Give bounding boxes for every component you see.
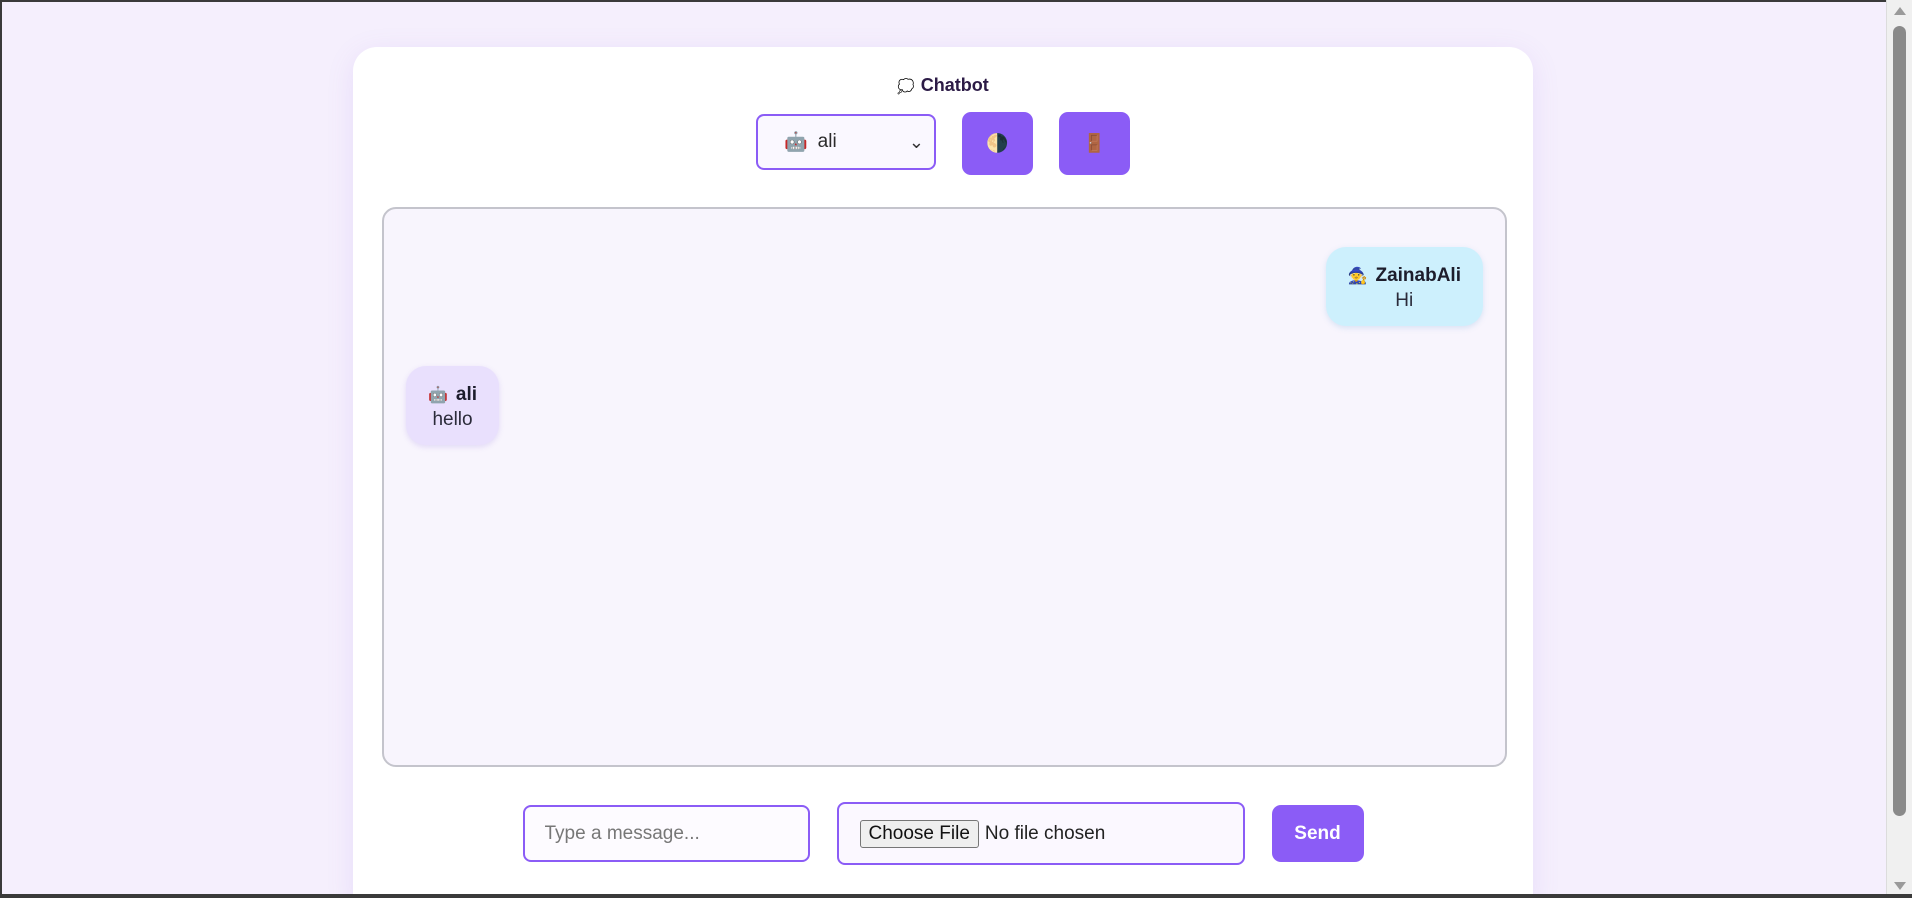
scroll-down-icon[interactable] <box>1894 882 1906 890</box>
robot-icon: 🤖 <box>784 132 808 153</box>
theme-toggle-button[interactable]: 🌗 <box>962 112 1033 175</box>
message-sender-name: ZainabAli <box>1375 265 1461 286</box>
message-sender-name: ali <box>455 384 478 405</box>
mage-icon: 🧙 <box>1347 268 1368 285</box>
bot-select[interactable]: 🤖 ali ⌄ <box>756 114 936 170</box>
choose-file-button[interactable]: Choose File <box>859 819 979 848</box>
bot-select-value: ali <box>817 131 837 152</box>
scroll-up-icon[interactable] <box>1894 7 1906 15</box>
file-input[interactable]: Choose File No file chosen <box>836 802 1245 865</box>
vertical-scrollbar[interactable] <box>1886 0 1912 898</box>
window-bottom-border <box>0 894 1912 898</box>
page-title: 💭 Chatbot <box>353 75 1533 96</box>
message-text: hello <box>432 409 473 430</box>
logout-button[interactable]: 🚪 <box>1059 112 1130 175</box>
composer: Choose File No file chosen Send <box>353 802 1533 865</box>
speech-bubble-icon: 💭 <box>897 78 915 94</box>
header-controls: 🤖 ali ⌄ 🌗 🚪 <box>353 112 1533 175</box>
browser-viewport: 💭 Chatbot 🤖 ali ⌄ 🌗 🚪 🧙 ZainabAli Hi 🤖 ali <box>0 0 1887 896</box>
half-moon-icon: 🌗 <box>986 133 1009 153</box>
door-icon: 🚪 <box>1083 133 1106 153</box>
robot-icon: 🤖 <box>428 387 448 404</box>
chat-card: 💭 Chatbot 🤖 ali ⌄ 🌗 🚪 🧙 ZainabAli Hi 🤖 ali <box>353 47 1533 896</box>
chevron-down-icon: ⌄ <box>908 132 924 152</box>
message-bubble-bot: 🤖 ali hello <box>406 366 500 445</box>
message-input[interactable] <box>522 805 810 862</box>
chat-messages[interactable]: 🧙 ZainabAli Hi 🤖 ali hello <box>382 207 1507 767</box>
page-title-text: Chatbot <box>920 75 989 95</box>
file-status: No file chosen <box>984 822 1106 844</box>
message-sender: 🤖 ali <box>428 384 477 406</box>
send-button[interactable]: Send <box>1271 805 1364 862</box>
scrollbar-thumb[interactable] <box>1893 26 1906 816</box>
message-sender: 🧙 ZainabAli <box>1348 265 1461 287</box>
message-text: Hi <box>1395 290 1414 311</box>
message-bubble-user: 🧙 ZainabAli Hi <box>1325 247 1483 326</box>
